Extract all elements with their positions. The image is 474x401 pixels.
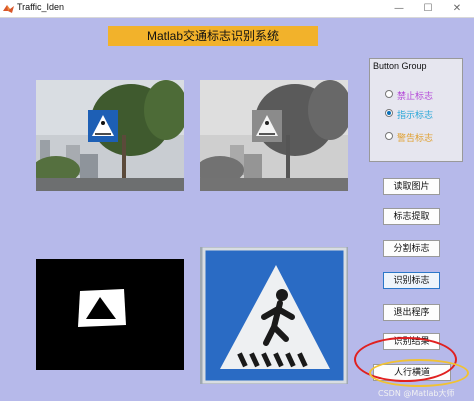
- grayscale-street-photo: [200, 80, 348, 191]
- binary-sign-mask: [36, 259, 184, 370]
- close-icon[interactable]: ✕: [446, 1, 468, 16]
- original-street-photo: [36, 80, 184, 191]
- radio-circle-warning[interactable]: [385, 132, 393, 140]
- minimize-icon[interactable]: —: [388, 1, 410, 16]
- grayscale-image-axes: [200, 80, 348, 191]
- exit-program-button[interactable]: 退出程序: [383, 304, 440, 321]
- recognize-sign-button[interactable]: 识别标志: [383, 272, 440, 289]
- maximize-icon[interactable]: ☐: [417, 1, 439, 16]
- radio-label-prohibition: 禁止标志: [397, 92, 434, 102]
- extract-sign-button[interactable]: 标志提取: [383, 208, 440, 225]
- original-image-axes: [36, 80, 184, 191]
- segment-sign-button[interactable]: 分割标志: [383, 240, 440, 257]
- read-image-button[interactable]: 读取图片: [383, 178, 440, 195]
- extracted-sign-axes: [200, 247, 348, 384]
- crosswalk-sign-image: [200, 247, 348, 384]
- radio-circle-indication[interactable]: [385, 109, 393, 117]
- binary-image-axes: [36, 259, 184, 370]
- radio-label-indication: 指示标志: [397, 111, 434, 121]
- yellow-highlight-ellipse: [369, 359, 469, 387]
- app-title-banner: Matlab交通标志识别系统: [108, 26, 318, 46]
- radio-circle-prohibition[interactable]: [385, 90, 393, 98]
- watermark: CSDN @Matlab大师: [378, 389, 455, 398]
- button-group-title: Button Group: [373, 61, 427, 71]
- sign-type-button-group: Button Group 禁止标志 指示标志 警告标志: [369, 58, 463, 162]
- window-title: Traffic_Iden: [17, 2, 65, 12]
- matlab-app-icon: [3, 5, 14, 13]
- window-titlebar: Traffic_Iden — ☐ ✕: [0, 0, 474, 18]
- radio-label-warning: 警告标志: [397, 134, 434, 144]
